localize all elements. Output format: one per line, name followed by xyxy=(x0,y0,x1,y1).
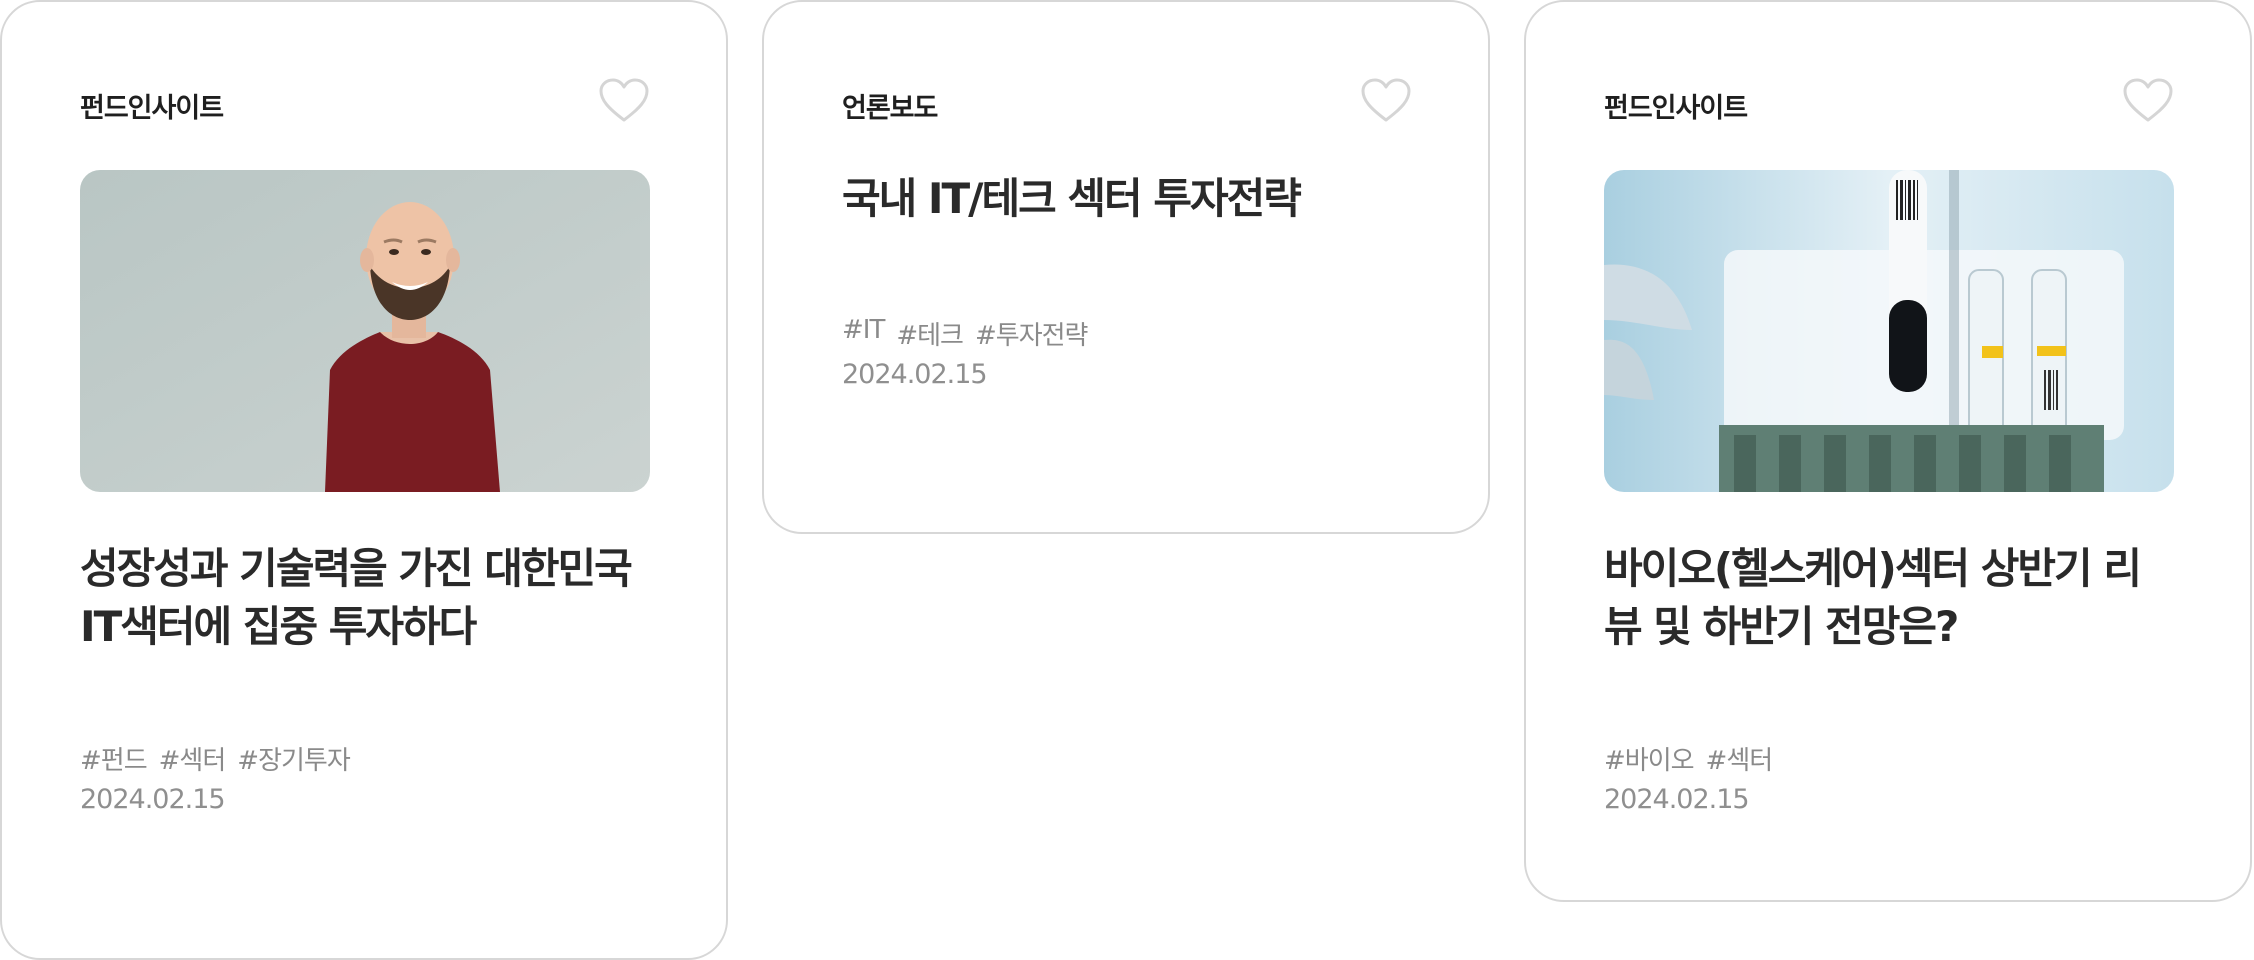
tag[interactable]: #장기투자 xyxy=(237,740,350,777)
article-card[interactable]: 펀드인사이트 xyxy=(1524,0,2252,902)
heart-icon[interactable] xyxy=(1360,78,1412,124)
tag[interactable]: #투자전략 xyxy=(975,315,1088,352)
article-card[interactable]: 언론보도 국내 IT/테크 섹터 투자전략 #IT #테크 #투자전략 2024… xyxy=(762,0,1490,534)
card-category: 언론보도 xyxy=(842,93,938,124)
article-thumbnail-lab[interactable] xyxy=(1604,170,2174,492)
title-line: 뷰 및 하반기 전망은? xyxy=(1604,602,1959,651)
article-thumbnail-man[interactable] xyxy=(80,170,650,492)
tag[interactable]: #IT xyxy=(842,315,885,352)
tag-list: #IT #테크 #투자전략 xyxy=(842,315,1088,352)
tag[interactable]: #섹터 xyxy=(159,740,227,777)
title-line: 바이오(헬스케어)섹터 상반기 리 xyxy=(1604,544,2142,593)
card-category: 펀드인사이트 xyxy=(1604,93,1748,124)
tag-list: #펀드 #섹터 #장기투자 xyxy=(80,740,351,777)
title-line: IT색터에 집중 투자하다 xyxy=(80,602,477,651)
title-line: 성장성과 기술력을 가진 대한민국 xyxy=(80,544,633,593)
heart-icon[interactable] xyxy=(598,78,650,124)
tag[interactable]: #펀드 xyxy=(80,740,148,777)
article-date: 2024.02.15 xyxy=(1604,784,1750,815)
article-card[interactable]: 펀드인사이트 xyxy=(0,0,728,960)
card-category: 펀드인사이트 xyxy=(80,93,224,124)
heart-icon[interactable] xyxy=(2122,78,2174,124)
tag[interactable]: #테크 xyxy=(896,315,964,352)
article-date: 2024.02.15 xyxy=(80,784,226,815)
article-title[interactable]: 국내 IT/테크 섹터 투자전략 xyxy=(842,170,1432,228)
tag[interactable]: #섹터 xyxy=(1706,740,1774,777)
title-line: 국내 IT/테크 섹터 투자전략 xyxy=(842,174,1302,223)
tag-list: #바이오 #섹터 xyxy=(1604,740,1774,777)
article-date: 2024.02.15 xyxy=(842,359,988,390)
article-title[interactable]: 성장성과 기술력을 가진 대한민국 IT색터에 집중 투자하다 xyxy=(80,540,670,656)
tag[interactable]: #바이오 xyxy=(1604,740,1695,777)
article-title[interactable]: 바이오(헬스케어)섹터 상반기 리 뷰 및 하반기 전망은? xyxy=(1604,540,2194,656)
